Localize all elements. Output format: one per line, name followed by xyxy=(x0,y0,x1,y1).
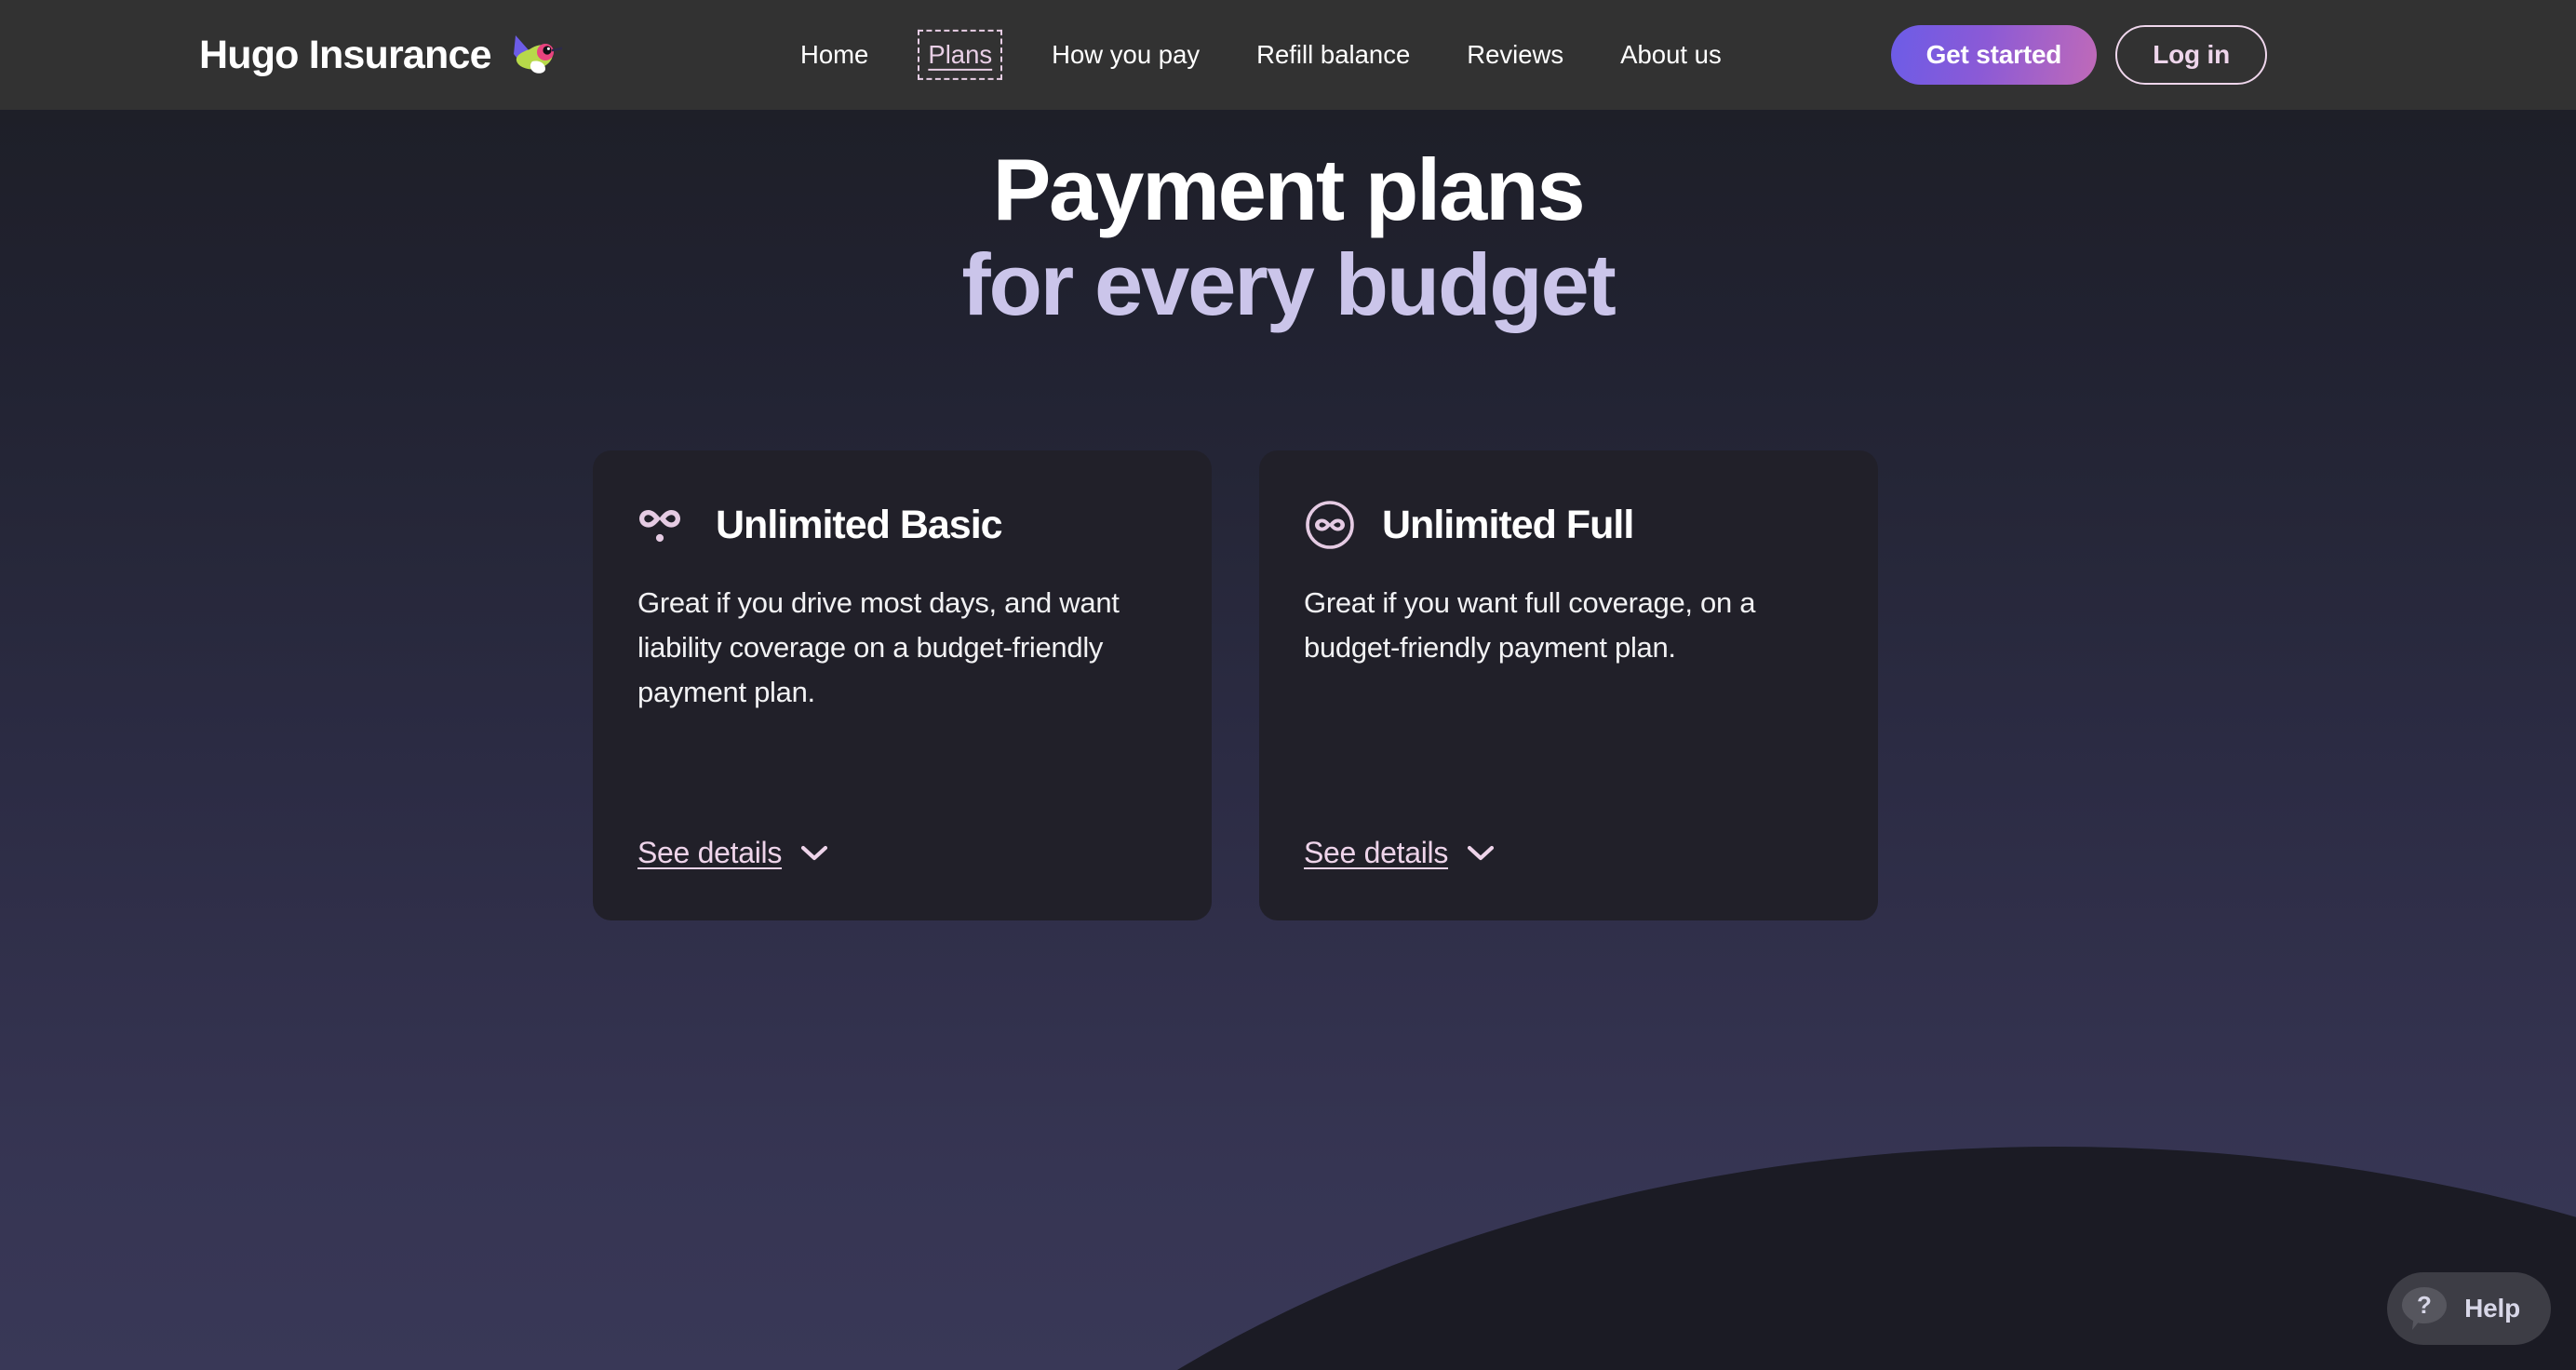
page-title-line-1: Payment plans xyxy=(992,141,1586,238)
main-navigation: Home Plans How you pay Refill balance Re… xyxy=(800,29,1722,81)
plan-description: Great if you drive most days, and want l… xyxy=(637,586,1120,709)
plan-card-header: Unlimited Basic xyxy=(637,497,1167,553)
see-details-label: See details xyxy=(1304,836,1449,869)
see-details-toggle[interactable]: See details xyxy=(1304,836,1495,870)
page-root: Hugo Insurance Home Plans How you pay Re… xyxy=(0,0,2576,1370)
svg-text:?: ? xyxy=(2417,1291,2432,1319)
question-bubble-icon: ? xyxy=(2397,1282,2451,1336)
infinity-dot-icon xyxy=(637,499,690,551)
nav-item-home[interactable]: Home xyxy=(800,35,868,74)
nav-item-reviews[interactable]: Reviews xyxy=(1467,35,1563,74)
infinity-circle-icon xyxy=(1304,499,1356,551)
chevron-down-icon xyxy=(800,845,828,862)
get-started-button[interactable]: Get started xyxy=(1890,25,2098,85)
nav-item-refill-balance[interactable]: Refill balance xyxy=(1256,35,1410,74)
log-in-button[interactable]: Log in xyxy=(2115,25,2267,85)
plan-card-unlimited-basic[interactable]: Unlimited Basic Great if you drive most … xyxy=(593,450,1212,920)
help-widget-button[interactable]: ? Help xyxy=(2387,1272,2551,1345)
plan-card-unlimited-full[interactable]: Unlimited Full Great if you want full co… xyxy=(1259,450,1878,920)
see-details-toggle[interactable]: See details xyxy=(637,836,828,870)
nav-item-plans[interactable]: Plans xyxy=(918,29,1003,81)
see-details-label: See details xyxy=(637,836,783,869)
site-header: Hugo Insurance Home Plans How you pay Re… xyxy=(0,0,2576,110)
page-title-line-2: for every budget xyxy=(961,235,1616,333)
header-actions: Get started Log in xyxy=(1890,25,2576,85)
plan-card-list: Unlimited Basic Great if you drive most … xyxy=(593,450,1878,920)
plan-title: Unlimited Basic xyxy=(716,502,1003,547)
brand-name: Hugo Insurance xyxy=(199,32,492,77)
brand-logo-link[interactable]: Hugo Insurance xyxy=(199,32,562,78)
nav-item-about-us[interactable]: About us xyxy=(1620,35,1722,74)
chevron-down-icon xyxy=(1467,845,1495,862)
page-title: Payment plans for every budget xyxy=(0,142,2576,331)
nav-item-how-you-pay[interactable]: How you pay xyxy=(1052,35,1200,74)
hummingbird-icon xyxy=(504,32,562,78)
decorative-hill-shape xyxy=(763,1147,2576,1370)
plan-description: Great if you want full coverage, on a bu… xyxy=(1304,586,1756,665)
plan-title: Unlimited Full xyxy=(1382,502,1634,547)
help-widget-label: Help xyxy=(2464,1294,2520,1323)
plan-card-header: Unlimited Full xyxy=(1304,497,1833,553)
